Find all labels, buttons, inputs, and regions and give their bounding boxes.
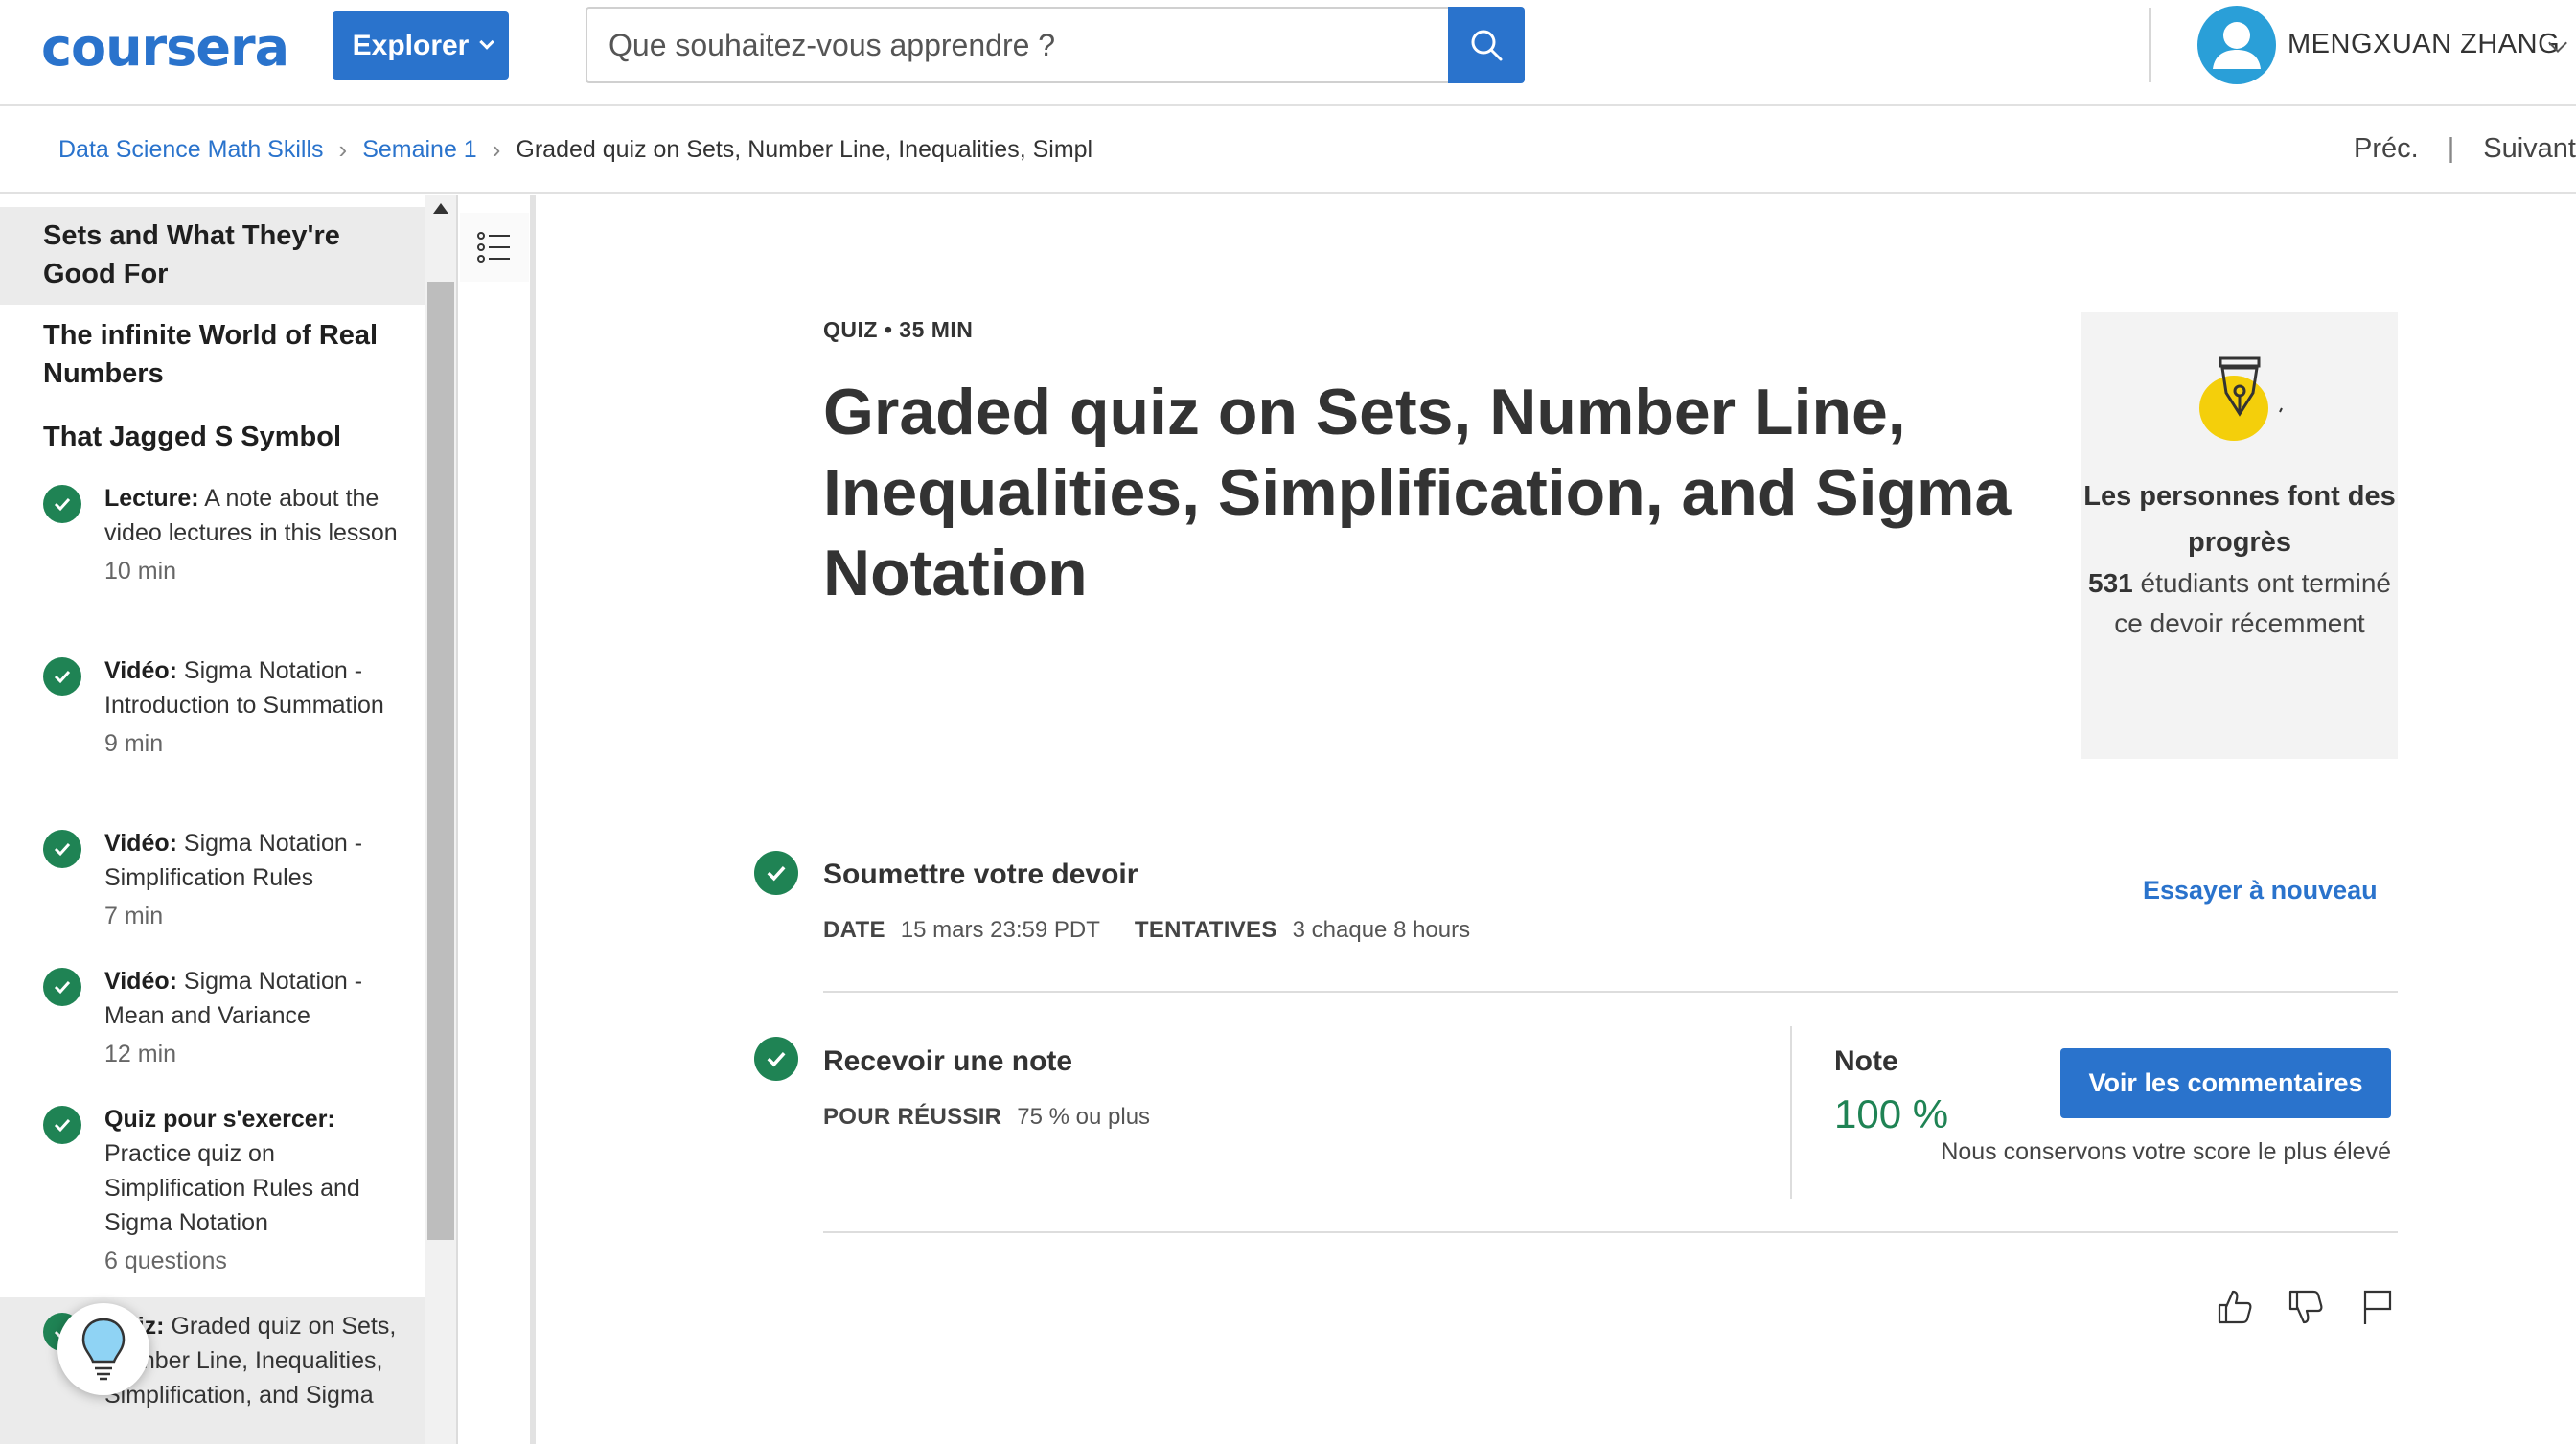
search-bar: [586, 7, 1525, 83]
view-feedback-button[interactable]: Voir les commentaires: [2060, 1048, 2391, 1118]
scrollbar-thumb[interactable]: [427, 282, 454, 1240]
check-circle-icon: [754, 1037, 798, 1081]
flag-icon[interactable]: [2356, 1286, 2398, 1328]
item-duration: 9 min: [104, 730, 164, 757]
lightbulb-icon: [81, 1318, 126, 1381]
sidebar-item-video-intro[interactable]: Vidéo: Sigma Notation - Introduction to …: [0, 653, 426, 761]
grade-step-title: Recevoir une note: [823, 1045, 1073, 1077]
date-label: DATE: [823, 917, 886, 943]
grade-divider: [1790, 1026, 1792, 1199]
sidebar-scrollbar[interactable]: [426, 195, 456, 1444]
grade-step-meta: POUR RÉUSSIR 75 % ou plus: [823, 1104, 1150, 1131]
thumbs-up-icon[interactable]: [2214, 1286, 2256, 1328]
check-circle-icon: [43, 830, 81, 868]
submit-step-meta: DATE 15 mars 23:59 PDT TENTATIVES 3 chaq…: [823, 917, 1470, 944]
main-divider: [530, 195, 536, 1444]
check-circle-icon: [43, 485, 81, 523]
course-sidebar: Sets and What They're Good For The infin…: [0, 195, 426, 1444]
top-header: coursera Explorer MENGXUAN ZHANG: [0, 0, 2576, 106]
item-kind: Vidéo:: [104, 657, 177, 684]
lightbulb-button[interactable]: [58, 1303, 150, 1395]
avatar[interactable]: [2197, 6, 2276, 84]
breadcrumb-bar: Data Science Math Skills › Semaine 1 › G…: [0, 106, 2576, 194]
sidebar-section-real-numbers[interactable]: The infinite World of Real Numbers: [0, 316, 426, 393]
item-title: Practice quiz on Simplification Rules an…: [104, 1140, 360, 1236]
chevron-right-icon: ›: [338, 135, 348, 164]
search-input[interactable]: [586, 7, 1448, 83]
thumbs-down-icon[interactable]: [2285, 1286, 2327, 1328]
keep-highest-note: Nous conservons votre score le plus élev…: [1941, 1138, 2391, 1165]
coursera-logo[interactable]: coursera: [41, 17, 289, 78]
next-button[interactable]: Suivant: [2483, 133, 2576, 165]
chevron-right-icon: ›: [492, 135, 501, 164]
check-circle-icon: [754, 851, 798, 895]
item-duration: 12 min: [104, 1041, 177, 1067]
sidebar-item-practice-quiz[interactable]: Quiz pour s'exercer: Practice quiz on Si…: [0, 1102, 426, 1278]
sidebar-item-lecture-note[interactable]: Lecture: A note about the video lectures…: [0, 481, 426, 588]
explore-label: Explorer: [352, 29, 470, 61]
section-divider: [823, 991, 2398, 993]
retry-link[interactable]: Essayer à nouveau: [2143, 876, 2378, 905]
grade-label: Note: [1834, 1045, 1898, 1077]
breadcrumb-week[interactable]: Semaine 1: [362, 136, 477, 164]
list-icon: [477, 232, 510, 263]
user-name[interactable]: MENGXUAN ZHANG: [2288, 29, 2560, 60]
progress-heading: Les personnes font des progrès: [2083, 481, 2396, 558]
item-kind: Vidéo:: [104, 968, 177, 995]
item-kind: Quiz pour s'exercer:: [104, 1106, 335, 1133]
nav-separator: |: [2447, 133, 2455, 164]
attempts-label: TENTATIVES: [1134, 917, 1277, 943]
submit-step-title: Soumettre votre devoir: [823, 859, 1138, 890]
section-divider: [823, 1231, 2398, 1233]
header-divider: [2149, 8, 2151, 82]
pass-value: 75 % ou plus: [1017, 1104, 1151, 1130]
pen-nib-icon: [2199, 356, 2283, 441]
prev-next-nav: Préc. | Suivant: [2354, 133, 2576, 165]
sidebar-item-video-rules[interactable]: Vidéo: Sigma Notation - Simplification R…: [0, 826, 426, 933]
item-duration: 10 min: [104, 558, 177, 584]
page-title: Graded quiz on Sets, Number Line, Inequa…: [823, 376, 2012, 609]
date-value: 15 mars 23:59 PDT: [900, 917, 1100, 943]
progress-description: étudiants ont terminé ce devoir récemmen…: [2114, 568, 2391, 638]
grade-value: 100 %: [1834, 1091, 1949, 1136]
item-duration: 6 questions: [104, 1248, 227, 1274]
user-icon: [2213, 22, 2261, 69]
sidebar-item-video-mean-variance[interactable]: Vidéo: Sigma Notation - Mean and Varianc…: [0, 964, 426, 1071]
check-circle-icon: [43, 1106, 81, 1144]
previous-button[interactable]: Préc.: [2354, 133, 2419, 165]
explore-button[interactable]: Explorer: [333, 11, 509, 80]
item-kind: Vidéo:: [104, 830, 177, 857]
progress-card: Les personnes font des progrès 531 étudi…: [2082, 312, 2398, 759]
check-circle-icon: [43, 968, 81, 1006]
item-kind: Lecture:: [104, 485, 199, 512]
breadcrumb-course[interactable]: Data Science Math Skills: [58, 136, 324, 164]
progress-text: 531 étudiants ont terminé ce devoir réce…: [2082, 563, 2398, 644]
learner-count: 531: [2088, 568, 2133, 598]
toggle-outline-button[interactable]: [460, 213, 529, 282]
sidebar-section-sets[interactable]: Sets and What They're Good For: [0, 207, 426, 305]
scroll-up-arrow-icon[interactable]: [433, 203, 448, 214]
check-circle-icon: [43, 657, 81, 696]
sidebar-divider: [456, 195, 458, 1444]
attempts-value: 3 chaque 8 hours: [1292, 917, 1471, 943]
chevron-down-icon: [479, 34, 495, 50]
breadcrumb: Data Science Math Skills › Semaine 1 › G…: [58, 135, 1092, 165]
breadcrumb-current: Graded quiz on Sets, Number Line, Inequa…: [516, 136, 1093, 163]
search-icon: [1471, 30, 1503, 61]
search-button[interactable]: [1448, 7, 1525, 83]
feedback-icons: [2214, 1286, 2398, 1328]
item-duration: 7 min: [104, 903, 164, 929]
item-meta: QUIZ • 35 MIN: [823, 317, 974, 342]
sidebar-section-sigma[interactable]: That Jagged S Symbol: [0, 418, 426, 456]
pass-label: POUR RÉUSSIR: [823, 1104, 1002, 1130]
